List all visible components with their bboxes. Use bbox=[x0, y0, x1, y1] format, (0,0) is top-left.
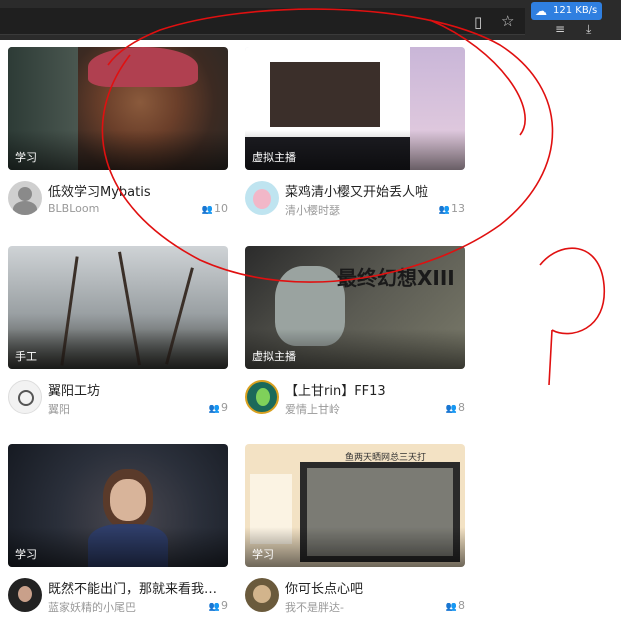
download-speed-badge[interactable]: ☁ 121 KB/s bbox=[531, 2, 603, 20]
people-icon: 👥 bbox=[445, 404, 457, 414]
category-tag: 手工 bbox=[15, 350, 37, 363]
category-tag: 学习 bbox=[252, 548, 274, 561]
avatar[interactable] bbox=[245, 380, 279, 414]
card-thumbnail[interactable]: 最终幻想XIII 虚拟主播 bbox=[245, 246, 465, 369]
viewer-count: 👥8 bbox=[445, 599, 465, 612]
download-speed-text: 121 KB/s bbox=[553, 5, 598, 16]
star-icon[interactable]: ☆ bbox=[501, 12, 514, 30]
card-thumbnail[interactable]: 学习 bbox=[8, 444, 228, 567]
people-icon: 👥 bbox=[445, 602, 457, 612]
avatar[interactable] bbox=[8, 578, 42, 612]
streamer-name[interactable]: 清小樱时瑟 bbox=[285, 202, 340, 218]
viewer-count: 👥9 bbox=[208, 401, 228, 414]
stream-title[interactable]: 菜鸡清小樱又开始丢人啦 bbox=[285, 181, 465, 200]
stream-title[interactable]: 翼阳工坊 bbox=[48, 380, 228, 399]
streamer-name[interactable]: 爱情上甘岭 bbox=[285, 401, 340, 417]
stream-title[interactable]: 你可长点心吧 bbox=[285, 578, 465, 597]
avatar[interactable] bbox=[245, 578, 279, 612]
avatar[interactable] bbox=[8, 380, 42, 414]
viewer-count: 👥9 bbox=[208, 599, 228, 612]
people-icon: 👥 bbox=[208, 404, 220, 414]
avatar[interactable] bbox=[245, 181, 279, 215]
avatar[interactable] bbox=[8, 181, 42, 215]
category-tag: 学习 bbox=[15, 548, 37, 561]
card-thumbnail[interactable]: 手工 bbox=[8, 246, 228, 369]
menu-icon[interactable]: ≡ bbox=[555, 20, 565, 38]
streamer-name[interactable]: BLBLoom bbox=[48, 202, 99, 215]
stream-title[interactable]: 低效学习Mybatis bbox=[48, 181, 228, 200]
category-tag: 虚拟主播 bbox=[252, 151, 296, 164]
card-thumbnail[interactable]: 鱼两天晒网总三天打 学习 bbox=[245, 444, 465, 567]
category-tag: 虚拟主播 bbox=[252, 350, 296, 363]
card-thumbnail[interactable]: 虚拟主播 bbox=[245, 47, 465, 170]
address-bar[interactable] bbox=[0, 8, 525, 35]
card-thumbnail[interactable]: 学习 bbox=[8, 47, 228, 170]
thumbnail-caption: 最终幻想XIII bbox=[337, 266, 455, 290]
people-icon: 👥 bbox=[201, 205, 213, 215]
category-tag: 学习 bbox=[15, 151, 37, 164]
browser-toolbar: ▯ ☆ ☁ 121 KB/s ≡ ⤓ bbox=[0, 0, 621, 40]
download-icon[interactable]: ⤓ bbox=[586, 20, 591, 38]
people-icon: 👥 bbox=[208, 602, 220, 612]
reader-mode-icon[interactable]: ▯ bbox=[474, 13, 482, 31]
viewer-count: 👥13 bbox=[438, 202, 465, 215]
streamer-name[interactable]: 蓝家妖精的小尾巴 bbox=[48, 599, 136, 615]
cloud-icon: ☁ bbox=[535, 4, 547, 18]
streamer-name[interactable]: 翼阳 bbox=[48, 401, 70, 417]
people-icon: 👥 bbox=[438, 205, 450, 215]
streamer-name[interactable]: 我不是胖达- bbox=[285, 599, 344, 615]
viewer-count: 👥8 bbox=[445, 401, 465, 414]
viewer-count: 👥10 bbox=[201, 202, 228, 215]
stream-title[interactable]: 【上甘rin】FF13 bbox=[285, 380, 465, 399]
stream-title[interactable]: 既然不能出门，那就来看我… bbox=[48, 578, 228, 597]
